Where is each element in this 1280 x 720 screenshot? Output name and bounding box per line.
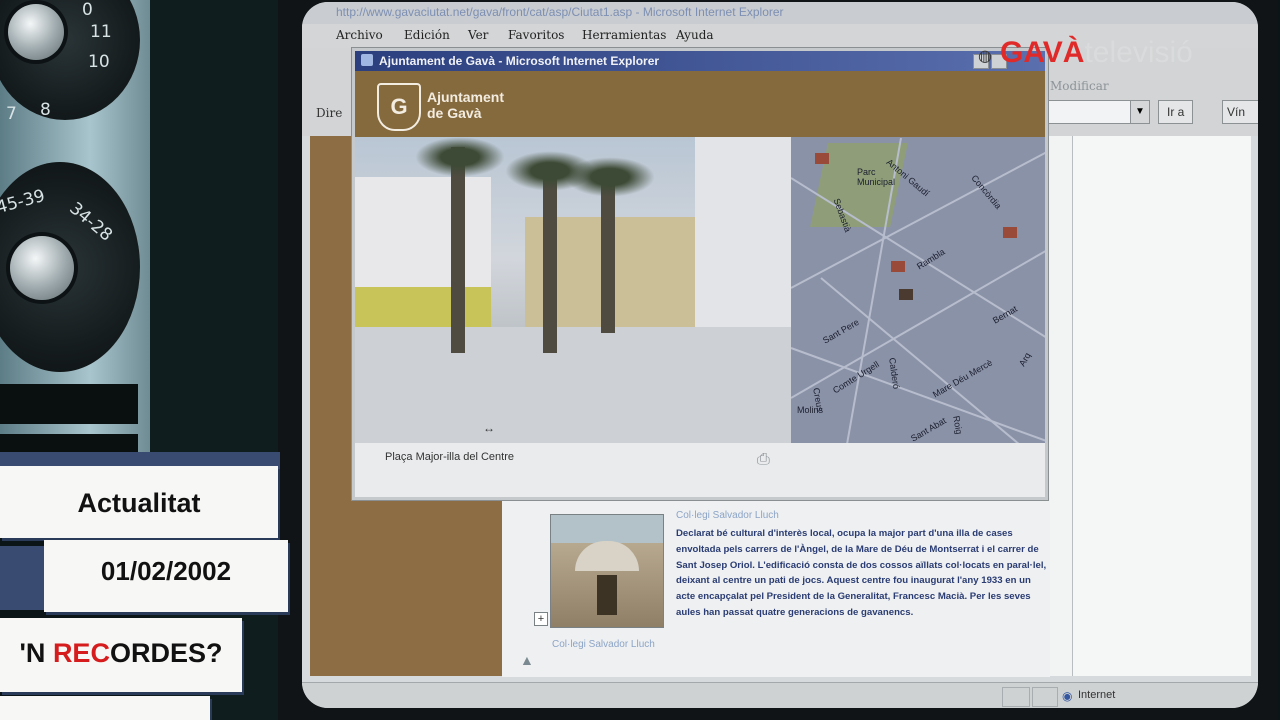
device-edge <box>150 0 280 720</box>
ajuntament-name-line1: Ajuntament <box>427 89 504 105</box>
photo-palm-fronds <box>415 137 505 177</box>
globe-icon: ◉ <box>1062 689 1073 703</box>
popup-title: Ajuntament de Gavà - Microsoft Internet … <box>379 54 660 68</box>
photo-building <box>355 287 491 327</box>
photo-caption: Plaça Major-illa del Centre <box>385 451 514 463</box>
map-pin[interactable] <box>891 261 905 272</box>
map-pin[interactable] <box>1003 227 1017 238</box>
program-suffix: ORDES? <box>109 638 223 668</box>
browser-title-bar: http://www.gavaciutat.net/gava/front/cat… <box>302 2 1258 24</box>
device-slot <box>0 384 138 424</box>
street-map[interactable]: Parc Municipal Antoni Gaudí Concòrdia Ra… <box>791 137 1045 443</box>
print-icon[interactable]: ⎙ <box>757 451 770 469</box>
map-pin[interactable] <box>899 289 913 300</box>
lower-third-accent <box>0 546 44 610</box>
status-zone: Internet <box>1078 689 1116 701</box>
address-combo[interactable]: ▼ <box>1038 100 1150 124</box>
dial-number: 11 <box>90 22 112 42</box>
popup-window: Ajuntament de Gavà - Microsoft Internet … <box>352 48 1048 500</box>
menu-ayuda[interactable]: Ayuda <box>676 28 714 42</box>
channel-logo-televisio: televisió <box>1084 36 1193 69</box>
expand-icon[interactable]: + <box>534 612 548 626</box>
ie-icon <box>361 54 373 66</box>
links-button[interactable]: Vín <box>1222 100 1258 124</box>
photo-palm <box>601 177 615 333</box>
article-caption-bottom[interactable]: Col·legi Salvador Lluch <box>552 638 672 652</box>
status-cell <box>1002 687 1030 707</box>
go-button[interactable]: Ir a <box>1158 100 1194 124</box>
photo-drag-hint[interactable]: ↔ <box>483 421 495 435</box>
dial-number: 34-28 <box>65 198 117 246</box>
device-panel: 0 11 10 8 7 45-39 34-28 <box>0 0 150 470</box>
program-badge: 'N RECORDES? <box>0 618 242 692</box>
article-body: Declarat bé cultural d'interès local, oc… <box>676 528 1047 618</box>
lower-third-strip <box>0 696 210 720</box>
status-cell <box>1032 687 1058 707</box>
ajuntament-name: Ajuntament de Gavà <box>427 89 504 121</box>
section-badge: Actualitat <box>0 466 278 538</box>
menu-favoritos[interactable]: Favoritos <box>508 28 564 42</box>
channel-logo: ◍ GAVÀtelevisió <box>978 36 1193 70</box>
map-label: Arq <box>1017 350 1033 368</box>
photo-palm <box>451 147 465 353</box>
crt-screen: http://www.gavaciutat.net/gava/front/cat… <box>302 2 1258 708</box>
dial-number: 0 <box>82 0 93 20</box>
channel-logo-icon: ◍ <box>978 48 992 65</box>
map-label: Roig <box>951 415 965 435</box>
ajuntament-name-line2: de Gavà <box>427 105 482 121</box>
menu-herramientas[interactable]: Herramientas <box>582 28 666 42</box>
dial-bottom[interactable]: 45-39 34-28 <box>0 162 140 372</box>
browser-status-bar: ◉ Internet <box>302 682 1258 708</box>
channel-logo-gava: GAVÀ <box>1000 36 1085 69</box>
dial-knob-top[interactable] <box>8 4 64 60</box>
popup-title-bar[interactable]: Ajuntament de Gavà - Microsoft Internet … <box>355 51 1045 71</box>
dial-top[interactable]: 0 11 10 8 7 <box>0 0 140 124</box>
dial-number: 10 <box>88 52 110 72</box>
photo-ground <box>355 327 791 443</box>
dial-number: 45-39 <box>0 185 48 219</box>
chevron-down-icon[interactable]: ▼ <box>1130 101 1149 123</box>
article-caption-top[interactable]: Col·legi Salvador Lluch <box>676 510 779 521</box>
menu-ver[interactable]: Ver <box>468 28 488 42</box>
menu-edicion[interactable]: Edición <box>404 28 450 42</box>
map-label: Sant Pere <box>821 316 861 346</box>
address-label: Dire <box>316 106 343 120</box>
map-label: Molins <box>797 405 824 415</box>
dial-number: 7 <box>6 104 17 124</box>
program-prefix: 'N <box>19 638 53 668</box>
thumbnail-door <box>597 575 617 615</box>
map-label: Sant Abat <box>909 415 948 443</box>
map-pin[interactable] <box>815 153 829 164</box>
thumbnail-arch <box>575 541 639 571</box>
up-arrow-icon[interactable]: ▲ <box>520 652 534 668</box>
dial-knob-bottom[interactable] <box>10 236 74 300</box>
street-photo: ◁ ▷ ↔ <box>355 137 791 443</box>
article-thumbnail[interactable] <box>550 514 664 628</box>
date-badge: 01/02/2002 <box>44 540 288 612</box>
page-right-column <box>1072 136 1251 676</box>
dial-number: 8 <box>40 100 51 120</box>
modificar-button[interactable]: Modificar <box>1042 74 1117 98</box>
menu-archivo[interactable]: Archivo <box>336 28 383 42</box>
map-label: Rambla <box>915 246 947 272</box>
program-red: REC <box>52 638 110 668</box>
photo-palm <box>543 167 557 353</box>
photo-palm-fronds <box>565 157 655 197</box>
ajuntament-logo[interactable]: G <box>377 83 421 131</box>
